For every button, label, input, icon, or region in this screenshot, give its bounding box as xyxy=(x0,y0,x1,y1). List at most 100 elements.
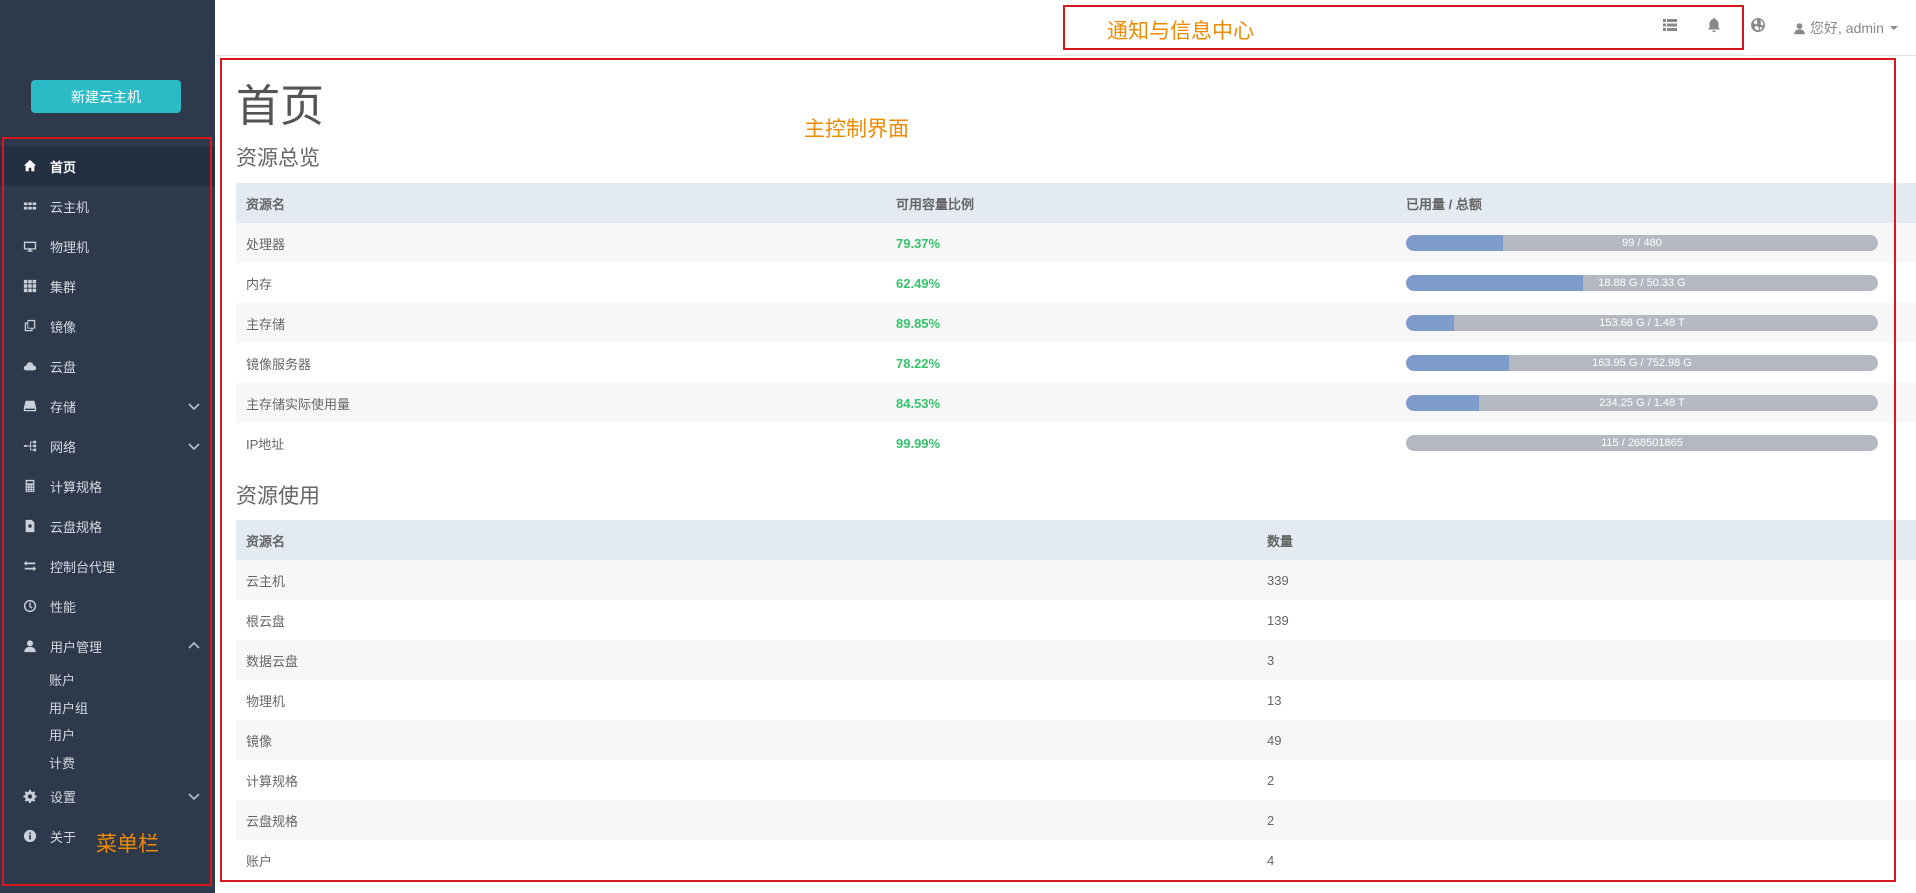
available-ratio: 89.85% xyxy=(886,303,1396,343)
chevron-down-icon[interactable] xyxy=(187,399,201,413)
resource-name: 镜像 xyxy=(236,720,1257,760)
sidebar-item-settings[interactable]: 设置 xyxy=(0,776,215,816)
table-row: IP地址 99.99% 115 / 268501865 xyxy=(236,423,1916,463)
bell-icon[interactable] xyxy=(1706,17,1724,35)
resource-name: 内存 xyxy=(236,263,886,303)
usage-section-title: 资源使用 xyxy=(236,485,320,508)
table-row: 主存储 89.85% 153.68 G / 1.48 T xyxy=(236,303,1916,343)
apps-icon xyxy=(22,278,38,294)
grid-icon xyxy=(22,198,38,214)
column-header: 资源名 xyxy=(236,520,1257,560)
sidebar-item-label: 物理机 xyxy=(50,239,90,255)
user-icon xyxy=(22,638,38,654)
available-ratio: 79.37% xyxy=(886,223,1396,263)
menu-annotation-label: 菜单栏 xyxy=(96,832,159,856)
sidebar-item-label: 网络 xyxy=(50,439,77,455)
column-header: 已用量 / 总额 xyxy=(1396,183,1916,223)
sidebar-item-label: 用户管理 xyxy=(50,639,103,655)
chevron-down-icon[interactable] xyxy=(187,789,201,803)
new-vm-button[interactable]: 新建云主机 xyxy=(31,80,181,113)
table-row: 内存 62.49% 18.88 G / 50.33 G xyxy=(236,263,1916,303)
table-row: 数据云盘 3 xyxy=(236,640,1916,680)
globe-icon[interactable] xyxy=(1750,17,1768,35)
resource-count: 3 xyxy=(1257,640,1916,680)
resource-count: 2 xyxy=(1257,760,1916,800)
resource-name: 云主机 xyxy=(236,560,1257,600)
home-icon xyxy=(22,158,38,174)
sidebar-item-label: 关于 xyxy=(50,829,77,845)
monitor-icon xyxy=(22,238,38,254)
sidebar-subitem-user[interactable]: 用户 xyxy=(0,721,215,749)
info-icon xyxy=(22,828,38,844)
list-icon[interactable] xyxy=(1662,17,1680,35)
usage-progress-bar: 153.68 G / 1.48 T xyxy=(1406,315,1878,331)
resource-name: 镜像服务器 xyxy=(236,343,886,383)
table-row: 物理机 13 xyxy=(236,680,1916,720)
resource-overview-table: 资源名 可用容量比例 已用量 / 总额 处理器 79.37% 99 / 480 内存 6… xyxy=(236,183,1916,463)
overview-table-body: 处理器 79.37% 99 / 480 内存 62.49% 18.88 G / 50.33… xyxy=(236,223,1916,463)
sidebar-subitem-billing[interactable]: 计费 xyxy=(0,749,215,777)
sidebar-item-console-proxy[interactable]: 控制台代理 xyxy=(0,546,215,586)
table-row: 云盘规格 2 xyxy=(236,800,1916,840)
available-ratio: 78.22% xyxy=(886,343,1396,383)
transfer-icon xyxy=(22,558,38,574)
resource-name: 主存储 xyxy=(236,303,886,343)
sidebar-item-host[interactable]: 物理机 xyxy=(0,226,215,266)
sidebar-item-label: 设置 xyxy=(50,789,77,805)
sidebar: 新建云主机 首页 云主机 物理机 集群 镜像 云盘 存储 网络 计算规格 云盘规… xyxy=(0,0,215,893)
resource-name: 计算规格 xyxy=(236,760,1257,800)
table-row: 镜像 49 xyxy=(236,720,1916,760)
resource-count: 13 xyxy=(1257,680,1916,720)
sidebar-item-cluster[interactable]: 集群 xyxy=(0,266,215,306)
resource-usage-table: 资源名 数量 云主机 339 根云盘 139 数据云盘 3 物理机 13 镜像 49 计算规格 2 云盘… xyxy=(236,520,1916,880)
sidebar-subitem-account[interactable]: 账户 xyxy=(0,666,215,694)
column-header: 数量 xyxy=(1257,520,1916,560)
sidebar-item-label: 存储 xyxy=(50,399,77,415)
sidebar-item-user-management[interactable]: 用户管理 xyxy=(0,626,215,666)
sidebar-item-storage[interactable]: 存储 xyxy=(0,386,215,426)
sidebar-subitem-user-group[interactable]: 用户组 xyxy=(0,694,215,722)
sidebar-item-volume[interactable]: 云盘 xyxy=(0,346,215,386)
disk-spec-icon xyxy=(22,518,38,534)
sidebar-item-disk-offering[interactable]: 云盘规格 xyxy=(0,506,215,546)
resource-count: 4 xyxy=(1257,840,1916,880)
sidebar-item-label: 云主机 xyxy=(50,199,90,215)
table-row: 主存储实际使用量 84.53% 234.25 G / 1.48 T xyxy=(236,383,1916,423)
sidebar-item-image[interactable]: 镜像 xyxy=(0,306,215,346)
sidebar-item-performance[interactable]: 性能 xyxy=(0,586,215,626)
user-management-submenu: 账户 用户组 用户 计费 xyxy=(0,666,215,776)
usage-cell: 153.68 G / 1.48 T xyxy=(1396,303,1916,343)
sidebar-item-network[interactable]: 网络 xyxy=(0,426,215,466)
usage-table-body: 云主机 339 根云盘 139 数据云盘 3 物理机 13 镜像 49 计算规格 2 云盘规格 2 账户 4 xyxy=(236,560,1916,880)
column-header: 可用容量比例 xyxy=(886,183,1396,223)
column-header: 资源名 xyxy=(236,183,886,223)
overview-section-title: 资源总览 xyxy=(236,147,320,170)
top-bar: 您好, admin xyxy=(215,0,1916,56)
chevron-down-icon[interactable] xyxy=(187,439,201,453)
usage-progress-label: 163.95 G / 752.98 G xyxy=(1592,357,1692,369)
sidebar-item-label: 首页 xyxy=(50,159,77,175)
usage-cell: 163.95 G / 752.98 G xyxy=(1396,343,1916,383)
sidebar-item-home[interactable]: 首页 xyxy=(0,146,215,186)
available-ratio: 99.99% xyxy=(886,423,1396,463)
page-title: 首页 xyxy=(236,82,324,131)
usage-progress-label: 153.68 G / 1.48 T xyxy=(1599,317,1685,329)
calculator-icon xyxy=(22,478,38,494)
usage-progress-label: 99 / 480 xyxy=(1622,237,1662,249)
sidebar-item-label: 集群 xyxy=(50,279,77,295)
sidebar-item-label: 云盘规格 xyxy=(50,519,103,535)
resource-name: 账户 xyxy=(236,840,1257,880)
user-menu[interactable]: 您好, admin xyxy=(1793,18,1898,38)
sidebar-item-instance-offering[interactable]: 计算规格 xyxy=(0,466,215,506)
usage-progress-bar: 115 / 268501865 xyxy=(1406,435,1878,451)
sidebar-item-vm[interactable]: 云主机 xyxy=(0,186,215,226)
resource-count: 139 xyxy=(1257,600,1916,640)
usage-progress-bar: 163.95 G / 752.98 G xyxy=(1406,355,1878,371)
sidebar-item-label: 镜像 xyxy=(50,319,77,335)
table-row: 云主机 339 xyxy=(236,560,1916,600)
chevron-up-icon[interactable] xyxy=(187,639,201,653)
available-ratio: 84.53% xyxy=(886,383,1396,423)
available-ratio: 62.49% xyxy=(886,263,1396,303)
sidebar-nav: 首页 云主机 物理机 集群 镜像 云盘 存储 网络 计算规格 云盘规格 控制台代… xyxy=(0,146,215,856)
table-row: 处理器 79.37% 99 / 480 xyxy=(236,223,1916,263)
